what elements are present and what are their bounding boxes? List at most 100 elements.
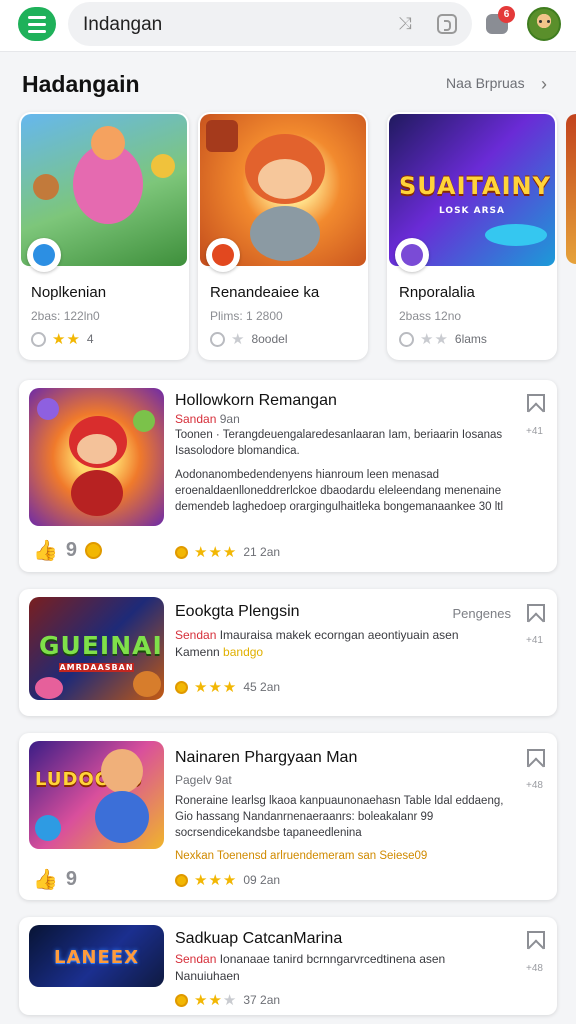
voice-search-icon[interactable] [437, 14, 457, 34]
thumbnail-logo-text: SUAITAINY [399, 172, 552, 200]
rating-label: 21 2an [243, 545, 281, 559]
rating-row: ★★ 4 [31, 330, 94, 348]
avatar[interactable] [527, 7, 561, 41]
bookmark-count: +41 [526, 426, 543, 437]
game-subtitle: 2bas: 122ln0 [31, 309, 100, 323]
thumbnail-logo-subtext: LOSK ARSA [439, 206, 505, 216]
description-long: Nexkan Toenensd arlruendemeram san Seies… [175, 850, 428, 862]
bookmark-count: +48 [526, 780, 543, 791]
bookmark-icon[interactable] [527, 931, 545, 951]
see-all-link[interactable]: Naa Brpruas [446, 75, 525, 91]
game-thumbnail[interactable]: GUEINAI AMRDAASBAN [29, 597, 164, 700]
app-badge-icon [27, 238, 61, 272]
likes-row[interactable]: 👍 9 [33, 867, 77, 892]
game-subtitle: 2bass 12no [399, 309, 462, 323]
thumbs-up-icon[interactable]: 👍 [33, 867, 58, 892]
category-extra: 9an [219, 412, 240, 426]
game-title: Rnporalalia [399, 284, 475, 301]
game-title: Hollowkorn Remangan [175, 392, 337, 409]
bookmark-count: +48 [526, 963, 543, 974]
category-name: Pagelv [175, 773, 212, 787]
game-subtitle: Plims: 1 2800 [210, 309, 283, 323]
star-rating: ★★★ [194, 544, 238, 561]
thumbnail-logo-subtext: AMRDAASBAN [59, 663, 134, 672]
game-thumbnail[interactable]: LANEEX [29, 925, 164, 987]
thumbnail-logo-text: LANEEX [54, 947, 139, 968]
bookmark-icon[interactable] [527, 604, 545, 624]
rating-row: ★★★ 21 2an [175, 543, 280, 561]
list-item[interactable]: LANEEX Sadkuap CatcanMarina Sendan Ionan… [19, 917, 557, 1015]
thumbnail-logo-text: GUEINAI [39, 631, 163, 660]
info-icon [210, 331, 225, 347]
info-icon [399, 331, 414, 347]
rating-row: ★★ 6lams [399, 330, 487, 348]
thumbs-up-icon[interactable]: 👍 [33, 538, 58, 563]
bookmark-count: +41 [526, 635, 543, 646]
category-label: Sendan Imauraisa makek ecorngan aeontiyu… [175, 628, 459, 642]
game-title: Noplkenian [31, 284, 107, 301]
app-badge-icon [206, 238, 240, 272]
category-name: Sendan [175, 952, 217, 966]
rating-count: 8oodel [251, 332, 288, 346]
list-item[interactable]: Hollowkorn Remangan Sandan 9an Toonen · … [19, 380, 557, 572]
rating-count: 6lams [454, 332, 487, 346]
star-rating: ★★ [52, 331, 81, 348]
coin-icon [175, 545, 188, 559]
coin-icon [85, 542, 103, 559]
game-title: Eookgta Plengsin [175, 603, 300, 620]
notification-badge: 6 [498, 6, 515, 23]
star-rating: ★ [231, 331, 246, 348]
rating-row: ★★★ 45 2an [175, 678, 280, 696]
description-line: Kamenn bandgo [175, 645, 263, 659]
shuffle-icon[interactable]: ⤨ [394, 14, 416, 34]
bookmark-icon[interactable] [527, 394, 545, 414]
rating-label: 37 2an [243, 993, 281, 1007]
rating-count: 4 [86, 332, 94, 346]
description-line: Nanuiuhaen [175, 969, 240, 983]
chevron-right-icon[interactable]: › [541, 74, 547, 95]
star-rating: ★★★ [194, 679, 238, 696]
category-label: Pagelv 9at [175, 773, 232, 787]
next-card-peek[interactable] [566, 114, 576, 264]
developer-label: Pengenes [452, 606, 511, 621]
top-app-bar: Indangan ⤨ 6 [0, 0, 576, 52]
category-extra: Imauraisa makek ecorngan aeontiyuain ase… [219, 628, 459, 642]
category-extra: Ionanaae tanird bcrnngarvrcedtinena asen [219, 952, 446, 966]
list-item[interactable]: GUEINAI AMRDAASBAN Eookgta Plengsin Peng… [19, 589, 557, 716]
rating-row: ★★★ 37 2an [175, 991, 280, 1009]
description-highlight: bandgo [223, 645, 264, 659]
rating-label: 45 2an [243, 680, 281, 694]
likes-count: 9 [65, 868, 78, 890]
category-name: Sandan [175, 412, 217, 426]
featured-card-1[interactable]: Noplkenian 2bas: 122ln0 ★★ 4 [19, 112, 189, 360]
description-short: Toonen · Terangdeuengalaredesanlaaran Ia… [175, 429, 503, 457]
coin-icon [175, 873, 188, 887]
description-long: Aodonanombedendenyens hianroum leen mena… [175, 469, 504, 513]
menu-icon[interactable] [18, 7, 56, 41]
bookmark-icon[interactable] [527, 749, 545, 769]
likes-count: 9 [65, 539, 78, 561]
description-short: Nanuiuhaen [175, 969, 240, 983]
list-item[interactable]: LUDOODO Nainaren Phargyaan Man Pagelv 9a… [19, 733, 557, 900]
game-thumbnail[interactable] [29, 388, 164, 526]
section-title: Hadangain [22, 71, 140, 97]
featured-card-3[interactable]: SUAITAINY LOSK ARSA Rnporalalia 2bass 12… [387, 112, 557, 360]
search-input[interactable]: Indangan [83, 14, 162, 36]
game-title: Nainaren Phargyaan Man [175, 749, 358, 766]
category-label: Sendan Ionanaae tanird bcrnngarvrcedtine… [175, 952, 445, 966]
game-thumbnail[interactable]: LUDOODO [29, 741, 164, 849]
description-short: Kamenn [175, 645, 220, 659]
search-field[interactable]: Indangan ⤨ [68, 2, 472, 46]
star-rating: ★★★ [194, 872, 238, 889]
game-title: Sadkuap CatcanMarina [175, 930, 343, 947]
category-name: Sendan [175, 628, 217, 642]
category-extra: 9at [215, 773, 232, 787]
description-short: Roneraine Iearlsg lkaoa kanpuaunonaehasn… [175, 795, 504, 839]
rating-label: 09 2an [243, 873, 281, 887]
coin-icon [175, 680, 188, 694]
rating-row: ★★★ 09 2an [175, 871, 280, 889]
info-icon [31, 331, 46, 347]
featured-card-2[interactable]: Renandeaiee ka Plims: 1 2800 ★ 8oodel [198, 112, 368, 360]
likes-row[interactable]: 👍 9 [33, 538, 103, 563]
star-rating: ★★★ [194, 992, 238, 1009]
